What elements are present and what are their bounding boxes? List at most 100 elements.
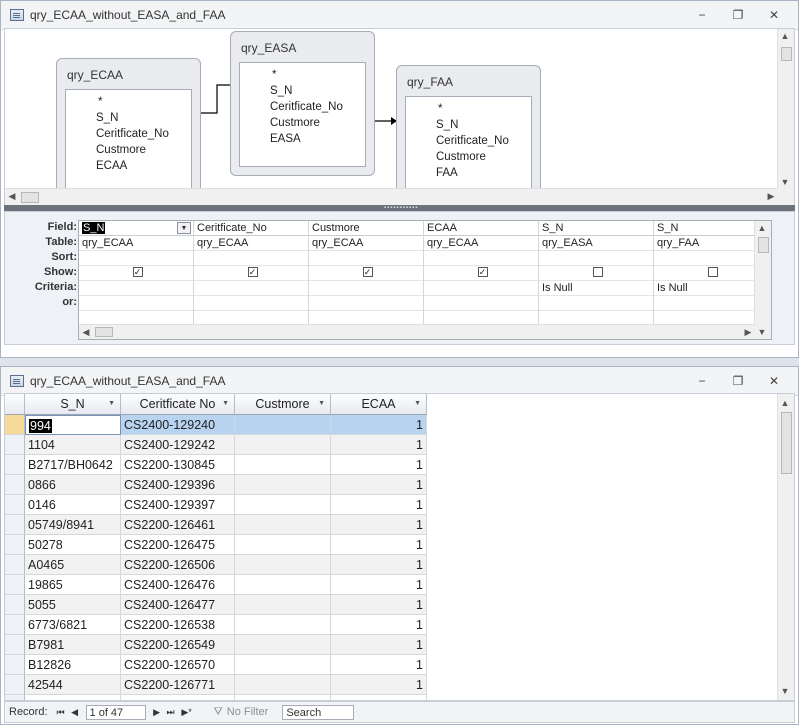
table-cell[interactable]: CS2200-126475 (121, 535, 235, 555)
table-cell[interactable]: 19865 (25, 575, 121, 595)
show-checkbox[interactable]: ✓ (132, 267, 143, 277)
table-cell[interactable]: 994 (25, 415, 121, 435)
table-cell[interactable]: qry_ECAA (424, 236, 538, 251)
scroll-left-icon[interactable]: ◀ (5, 189, 19, 203)
row-selector[interactable] (5, 415, 25, 435)
table-cell[interactable] (235, 575, 331, 595)
table-cell[interactable]: qry_EASA (539, 236, 653, 251)
field-item[interactable]: Custmore (66, 142, 191, 158)
field-item[interactable]: Custmore (406, 149, 531, 165)
field-cell[interactable]: Ceritficate_No (194, 221, 308, 236)
sort-cell[interactable] (654, 251, 768, 266)
criteria-cell[interactable]: Is Null (539, 281, 653, 296)
table-cell[interactable] (235, 675, 331, 695)
field-item[interactable]: * (240, 67, 365, 83)
column-header[interactable]: S_N ▼ (25, 394, 121, 414)
scroll-left-icon[interactable]: ◀ (79, 325, 93, 339)
table-cell[interactable]: 50278 (25, 535, 121, 555)
field-item[interactable]: Ceritficate_No (66, 126, 191, 142)
field-cell[interactable]: S_N (654, 221, 768, 236)
field-item[interactable]: ECAA (66, 158, 191, 174)
close-button[interactable]: ✕ (756, 8, 792, 22)
table-cell[interactable] (235, 515, 331, 535)
field-item[interactable]: S_N (406, 117, 531, 133)
table-cell[interactable]: CS2200-126538 (121, 615, 235, 635)
table-cell[interactable] (235, 595, 331, 615)
table-row[interactable]: 0146 CS2400-129397 1 (5, 495, 427, 515)
scroll-up-icon[interactable]: ▲ (755, 221, 769, 235)
new-record-button[interactable]: ▶* (178, 707, 196, 718)
field-item[interactable]: Ceritficate_No (240, 99, 365, 115)
table-cell[interactable]: 1 (331, 655, 427, 675)
field-item[interactable]: EASA (240, 131, 365, 147)
row-selector[interactable] (5, 615, 25, 635)
chevron-down-icon[interactable]: ▼ (318, 394, 325, 414)
table-cell[interactable]: CS2400-126476 (121, 575, 235, 595)
table-diagram-pane[interactable]: qry_ECAA * S_N Ceritficate_No Custmore E… (4, 28, 795, 206)
criteria-cell[interactable] (424, 281, 538, 296)
sort-cell[interactable] (194, 251, 308, 266)
table-cell[interactable] (235, 495, 331, 515)
show-checkbox[interactable] (707, 267, 718, 277)
table-row[interactable]: B7981 CS2200-126549 1 (5, 635, 427, 655)
row-selector[interactable] (5, 675, 25, 695)
table-cell[interactable] (235, 455, 331, 475)
or-cell[interactable] (194, 296, 308, 311)
minimize-button[interactable]: − (684, 8, 720, 22)
table-cell[interactable] (235, 435, 331, 455)
field-cell[interactable]: S_N (539, 221, 653, 236)
table-cell[interactable]: CS2400-129240 (121, 415, 235, 435)
table-cell[interactable]: CS2400-126477 (121, 595, 235, 615)
scroll-down-icon[interactable]: ▼ (755, 325, 769, 339)
diagram-horizontal-scrollbar[interactable]: ◀ ▶ (5, 188, 778, 205)
table-cell[interactable]: 1 (331, 435, 427, 455)
table-cell[interactable]: CS2400-129242 (121, 435, 235, 455)
show-checkbox[interactable]: ✓ (247, 267, 258, 277)
select-all-corner[interactable] (5, 394, 25, 414)
scroll-thumb[interactable] (95, 327, 113, 337)
show-checkbox-cell[interactable]: ✓ (79, 266, 193, 281)
table-cell[interactable]: B7981 (25, 635, 121, 655)
table-cell[interactable]: 1 (331, 615, 427, 635)
restore-button[interactable]: ❐ (720, 8, 756, 22)
or-cell[interactable] (424, 296, 538, 311)
sort-cell[interactable] (79, 251, 193, 266)
show-checkbox[interactable]: ✓ (362, 267, 373, 277)
table-row[interactable]: 42544 CS2200-126771 1 (5, 675, 427, 695)
grid-horizontal-scrollbar[interactable]: ◀ ▶ (79, 324, 755, 339)
table-row[interactable]: 05749/8941 CS2200-126461 1 (5, 515, 427, 535)
table-cell[interactable] (235, 475, 331, 495)
field-item[interactable]: * (406, 101, 531, 117)
row-selector[interactable] (5, 575, 25, 595)
criteria-cell[interactable] (309, 281, 423, 296)
table-cell[interactable] (235, 415, 331, 435)
row-selector[interactable] (5, 655, 25, 675)
table-row[interactable]: 50278 CS2200-126475 1 (5, 535, 427, 555)
scroll-thumb[interactable] (21, 192, 39, 203)
current-record-field[interactable]: 1 of 47 (85, 704, 146, 720)
row-selector[interactable] (5, 495, 25, 515)
table-cell[interactable]: 1 (331, 635, 427, 655)
criteria-cell[interactable] (79, 281, 193, 296)
row-selector[interactable] (5, 555, 25, 575)
table-cell[interactable]: CS2400-129397 (121, 495, 235, 515)
table-cell[interactable]: CS2200-126570 (121, 655, 235, 675)
table-cell[interactable] (235, 635, 331, 655)
field-item[interactable]: Custmore (240, 115, 365, 131)
table-box-qry-ecaa[interactable]: qry_ECAA * S_N Ceritficate_No Custmore E… (56, 58, 201, 205)
filter-indicator[interactable]: ⛛ No Filter (214, 706, 269, 719)
column-header[interactable]: Ceritficate No ▼ (121, 394, 235, 414)
table-cell[interactable] (235, 655, 331, 675)
table-cell[interactable]: B12826 (25, 655, 121, 675)
field-item[interactable]: Ceritficate_No (406, 133, 531, 149)
or-cell[interactable] (539, 296, 653, 311)
field-cell[interactable]: Custmore (309, 221, 423, 236)
table-cell[interactable]: A0465 (25, 555, 121, 575)
scroll-down-icon[interactable]: ▼ (778, 175, 792, 189)
datasheet-titlebar[interactable]: qry_ECAA_without_EASA_and_FAA − ❐ ✕ (1, 367, 798, 396)
scroll-up-icon[interactable]: ▲ (778, 396, 792, 410)
table-row[interactable]: A0465 CS2200-126506 1 (5, 555, 427, 575)
column-header[interactable]: Custmore ▼ (235, 394, 331, 414)
field-item[interactable]: FAA (406, 165, 531, 181)
table-cell[interactable]: CS2200-126461 (121, 515, 235, 535)
